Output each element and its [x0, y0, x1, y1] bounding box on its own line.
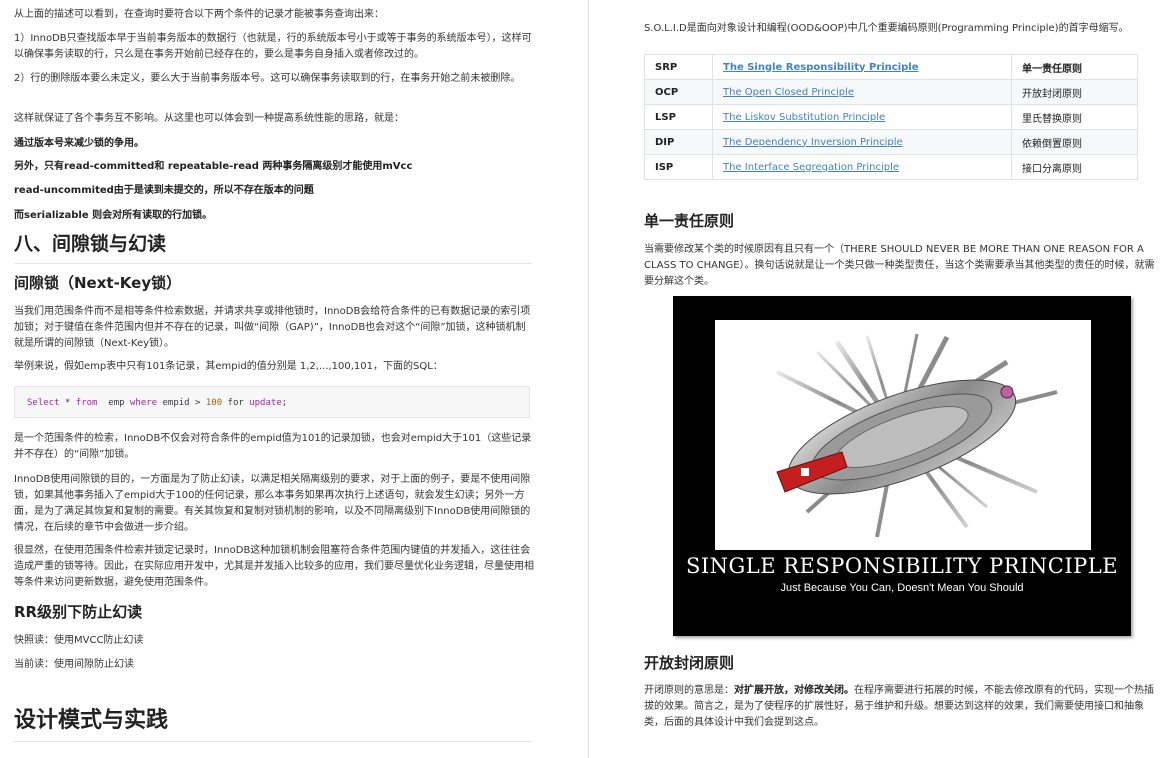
principle-abbr: DIP — [644, 129, 713, 155]
srp-paragraph: 当需要修改某个类的时候原因有且只有一个（THERE SHOULD NEVER B… — [644, 244, 1155, 287]
table-row: SRP The Single Responsibility Principle … — [644, 54, 1138, 80]
principle-link[interactable]: The Open Closed Principle — [723, 87, 854, 98]
solid-principles-table: SRP The Single Responsibility Principle … — [644, 54, 1138, 180]
current-read: 当前读：使用间隙防止幻读 — [14, 659, 134, 670]
swiss-army-knife-image — [715, 320, 1091, 550]
condition-2-paragraph: 2）行的删除版本要么未定义，要么大于当前事务版本号。这可以确保事务读取到的行，在… — [14, 73, 521, 84]
principle-abbr: LSP — [644, 104, 713, 130]
left-page: 从上面的描述可以看到，在查询时要符合以下两个条件的记录才能被事务查询出来： 1）… — [0, 0, 540, 758]
principle-chinese-name: 单一责任原则 — [1011, 54, 1138, 80]
ensure-paragraph: 这样就保证了各个事务互不影响。从这里也可以体会到一种提高系统性能的思路，就是： — [14, 113, 404, 124]
right-page: S.O.L.I.D是面向对象设计和编程(OOD&OOP)中几个重要编码原则(Pr… — [622, 0, 1162, 758]
table-row: DIP The Dependency Inversion Principle 依… — [644, 129, 1138, 155]
principle-chinese-name: 接口分离原则 — [1011, 154, 1138, 180]
heading-underline — [14, 263, 532, 264]
srp-motivational-poster: SINGLE RESPONSIBILITY PRINCIPLE Just Bec… — [673, 296, 1131, 636]
bold-line-1: 通过版本号来减少锁的争用。 — [14, 138, 144, 149]
heading-design-patterns: 设计模式与实践 — [14, 708, 169, 733]
table-row: OCP The Open Closed Principle 开放封闭原则 — [644, 79, 1138, 105]
principle-abbr: OCP — [644, 79, 713, 105]
principle-abbr: SRP — [644, 54, 713, 80]
bold-line-2: 另外，只有read-committed和 repeatable-read 两种事… — [14, 161, 413, 172]
multitool-illustration — [757, 333, 1058, 538]
principle-chinese-name: 里氏替换原则 — [1011, 104, 1138, 130]
principle-link[interactable]: The Single Responsibility Principle — [723, 62, 919, 73]
principle-link[interactable]: The Interface Segregation Principle — [723, 162, 899, 173]
poster-subtitle: Just Because You Can, Doesn't Mean You S… — [780, 582, 1024, 594]
page-divider — [588, 0, 589, 758]
heading-srp: 单一责任原则 — [644, 212, 735, 230]
condition-1-paragraph: 1）InnoDB只查找版本早于当前事务版本的数据行（也就是，行的系统版本号小于或… — [14, 33, 532, 60]
principle-chinese-name: 依赖倒置原则 — [1011, 129, 1138, 155]
solid-intro: S.O.L.I.D是面向对象设计和编程(OOD&OOP)中几个重要编码原则(Pr… — [644, 23, 1129, 34]
heading-gap-lock: 八、间隙锁与幻读 — [14, 233, 167, 255]
example-paragraph: 举例来说，假如emp表中只有101条记录，其empid的值分别是 1,2,...… — [14, 361, 443, 372]
bold-line-3: read-uncommited由于是读到未提交的，所以不存在版本的问题 — [14, 185, 314, 196]
range-paragraph: 是一个范围条件的检索，InnoDB不仅会对符合条件的empid值为101的记录加… — [14, 433, 532, 460]
principle-link[interactable]: The Dependency Inversion Principle — [723, 137, 903, 148]
gap-lock-description: 当我们用范围条件而不是相等条件检索数据，并请求共享或排他锁时，InnoDB会给符… — [14, 306, 531, 349]
principle-chinese-name: 开放封闭原则 — [1011, 79, 1138, 105]
snapshot-read: 快照读：使用MVCC防止幻读 — [14, 635, 144, 646]
heading-rr-phantom: RR级别下防止幻读 — [14, 603, 143, 621]
principle-link[interactable]: The Liskov Substitution Principle — [723, 112, 885, 123]
purpose-paragraph: InnoDB使用间隙锁的目的，一方面是为了防止幻读，以满足相关隔离级别的要求，对… — [14, 474, 531, 533]
ocp-paragraph: 开闭原则的意思是：对扩展开放，对修改关闭。在程序需要进行拓展的时候，不能去修改原… — [644, 685, 1154, 728]
heading-ocp: 开放封闭原则 — [644, 654, 735, 672]
intro-paragraph: 从上面的描述可以看到，在查询时要符合以下两个条件的记录才能被事务查询出来： — [14, 9, 384, 20]
bold-line-4: 而serializable 则会对所有读取的行加锁。 — [14, 210, 213, 221]
heading-next-key: 间隙锁（Next-Key锁） — [14, 274, 182, 292]
obvious-paragraph: 很显然，在使用范围条件检索并锁定记录时，InnoDB这种加锁机制会阻塞符合条件范… — [14, 545, 534, 588]
poster-title: SINGLE RESPONSIBILITY PRINCIPLE — [685, 554, 1119, 578]
heading-underline-design — [14, 741, 532, 742]
table-row: ISP The Interface Segregation Principle … — [644, 154, 1138, 180]
sql-code-block: Select * from emp where empid > 100 for … — [14, 386, 530, 418]
table-row: LSP The Liskov Substitution Principle 里氏… — [644, 104, 1138, 130]
principle-abbr: ISP — [644, 154, 713, 180]
